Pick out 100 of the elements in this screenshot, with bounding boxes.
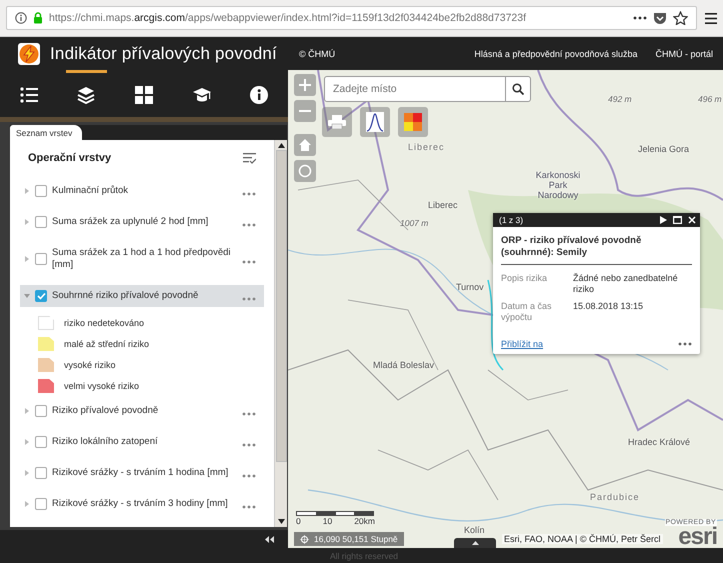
map-label: Liberec bbox=[408, 142, 445, 152]
panel-tab[interactable]: Seznam vrstev bbox=[10, 125, 82, 140]
field-value: Žádné nebo zanedbatelné riziko bbox=[573, 273, 679, 295]
risk-map-button[interactable] bbox=[398, 107, 428, 137]
graduation-cap-icon bbox=[192, 86, 211, 104]
layers-icon bbox=[77, 86, 96, 104]
search-icon bbox=[512, 83, 524, 95]
legend-label: velmi vysoké riziko bbox=[64, 381, 140, 391]
layer-label[interactable]: Kulminační průtok bbox=[52, 185, 237, 197]
close-icon[interactable] bbox=[688, 216, 696, 224]
lock-icon bbox=[33, 12, 43, 24]
zoom-in-button[interactable] bbox=[294, 74, 316, 96]
caret-right-icon[interactable] bbox=[24, 408, 30, 414]
map-label: Pardubice bbox=[590, 492, 640, 502]
lightning-logo-icon bbox=[18, 42, 40, 64]
attribution-toggle[interactable] bbox=[454, 538, 496, 548]
scale-bar-icon bbox=[296, 511, 374, 516]
address-bar[interactable]: https://chmi.maps.arcgis.com/apps/webappviewer/index.html?id=1159f13d2f034424be2fb2d88d73723f bbox=[6, 6, 697, 30]
zoom-out-button[interactable] bbox=[294, 100, 316, 122]
coordinates-text: 16,090 50,151 Stupně bbox=[314, 534, 398, 544]
layer-checkbox[interactable] bbox=[35, 290, 47, 302]
caret-right-icon[interactable] bbox=[24, 501, 30, 507]
layer-checkbox[interactable] bbox=[35, 498, 47, 510]
more-icon[interactable] bbox=[678, 342, 692, 346]
layer-checkbox[interactable] bbox=[35, 253, 47, 265]
chart-button[interactable] bbox=[360, 107, 390, 137]
map-label: Kolín bbox=[464, 525, 485, 535]
info-icon bbox=[15, 12, 27, 24]
scroll-up-icon[interactable] bbox=[278, 143, 284, 148]
caret-right-icon[interactable] bbox=[24, 470, 30, 476]
panel-heading: Operační vrstvy bbox=[28, 152, 112, 164]
map-label: 1007 m bbox=[400, 218, 428, 228]
star-icon[interactable] bbox=[673, 11, 688, 25]
field-label: Popis rizika bbox=[501, 273, 548, 285]
popup-counter: (1 z 3) bbox=[499, 215, 524, 225]
popup-title: ORP - riziko přívalové povodně (souhrnné): Semily bbox=[501, 235, 692, 265]
search-field[interactable]: Zadejte místo bbox=[324, 76, 506, 102]
field-label: Datum a čas výpočtu bbox=[501, 301, 553, 323]
scrollbar[interactable] bbox=[274, 140, 287, 527]
search-button[interactable] bbox=[506, 76, 531, 102]
layer-checkbox[interactable] bbox=[35, 436, 47, 448]
filter-list-icon[interactable] bbox=[243, 152, 256, 164]
map-label: Karkonoski Park Narodowy bbox=[534, 170, 582, 200]
caret-up-icon bbox=[472, 541, 478, 545]
attribution-text: Esri, FAO, NOAA | © ČHMÚ, Petr Šercl bbox=[502, 534, 662, 544]
map-label: Hradec Králové bbox=[628, 437, 690, 447]
map-label: Turnov bbox=[456, 282, 484, 292]
layer-label[interactable]: Souhrnné riziko přívalové povodně bbox=[52, 290, 237, 302]
header-link[interactable]: Hlásná a předpovědní povodňová služba bbox=[474, 48, 638, 58]
info-icon bbox=[250, 86, 268, 104]
map-label: Jelenia Gora bbox=[638, 144, 690, 154]
caret-down-icon[interactable] bbox=[24, 293, 30, 299]
home-button[interactable] bbox=[294, 134, 316, 156]
field-value: 15.08.2018 13:15 bbox=[573, 301, 644, 313]
layer-checkbox[interactable] bbox=[35, 405, 47, 417]
bell-curve-icon bbox=[366, 112, 384, 132]
caret-right-icon[interactable] bbox=[24, 188, 30, 194]
legend-label: vysoké riziko bbox=[64, 360, 116, 370]
home-icon bbox=[298, 138, 312, 152]
scale-label: 0 bbox=[296, 516, 301, 526]
maximize-icon[interactable] bbox=[673, 216, 682, 224]
layer-checkbox[interactable] bbox=[35, 467, 47, 479]
play-icon[interactable] bbox=[660, 216, 667, 224]
caret-right-icon[interactable] bbox=[24, 219, 30, 225]
more-icon[interactable] bbox=[633, 16, 647, 20]
layer-checkbox[interactable] bbox=[35, 216, 47, 228]
map-label: 492 m bbox=[608, 94, 632, 104]
app-title: Indikátor přívalových povodní bbox=[50, 44, 277, 64]
map-label: Mladá Boleslav bbox=[373, 360, 434, 370]
layer-label[interactable]: Suma srážek za uplynulé 2 hod [mm] bbox=[52, 216, 237, 228]
layer-label[interactable]: Rizikové srážky - s trváním 1 hodina [mm] bbox=[52, 467, 237, 479]
esri-logo: esri bbox=[678, 526, 717, 548]
map-label: 496 m bbox=[698, 94, 722, 104]
plus-icon bbox=[298, 78, 312, 92]
map-label: Liberec bbox=[428, 200, 458, 210]
list-icon bbox=[20, 86, 38, 104]
scale-label: 10 bbox=[322, 516, 332, 526]
layer-label[interactable]: Rizikové srážky - s trváním 3 hodiny [mm] bbox=[52, 498, 237, 510]
print-button[interactable] bbox=[322, 107, 352, 137]
layer-label[interactable]: Riziko lokálního zatopení bbox=[52, 436, 237, 448]
collapse-icon[interactable] bbox=[265, 536, 274, 542]
caret-right-icon[interactable] bbox=[24, 256, 30, 262]
zoom-to-link[interactable]: Přiblížit na bbox=[501, 339, 544, 349]
menu-icon[interactable] bbox=[705, 12, 717, 24]
crosshair-icon[interactable] bbox=[300, 534, 309, 544]
scale-label: 20km bbox=[354, 516, 375, 526]
printer-icon bbox=[328, 115, 346, 129]
layer-label[interactable]: Suma srážek za 1 hod a 1 hod předpovědi [mm] bbox=[52, 247, 237, 271]
colored-squares-icon bbox=[404, 113, 422, 131]
copyright-text: © ČHMÚ bbox=[298, 48, 336, 58]
pocket-icon[interactable] bbox=[653, 12, 667, 24]
grid-icon bbox=[134, 86, 153, 104]
header-link[interactable]: ČHMÚ - portál bbox=[655, 48, 713, 58]
url-text: https://chmi.maps.arcgis.com/apps/webappviewer/index.html?id=1159f13d2f034424be2fb2d88d73723f bbox=[49, 12, 526, 24]
caret-right-icon[interactable] bbox=[24, 439, 30, 445]
legend-label: riziko nedetekováno bbox=[64, 318, 144, 328]
scroll-down-icon[interactable] bbox=[278, 519, 284, 524]
layer-label[interactable]: Riziko přívalové povodně bbox=[52, 405, 237, 417]
layer-checkbox[interactable] bbox=[35, 185, 47, 197]
locate-button[interactable] bbox=[294, 160, 316, 182]
